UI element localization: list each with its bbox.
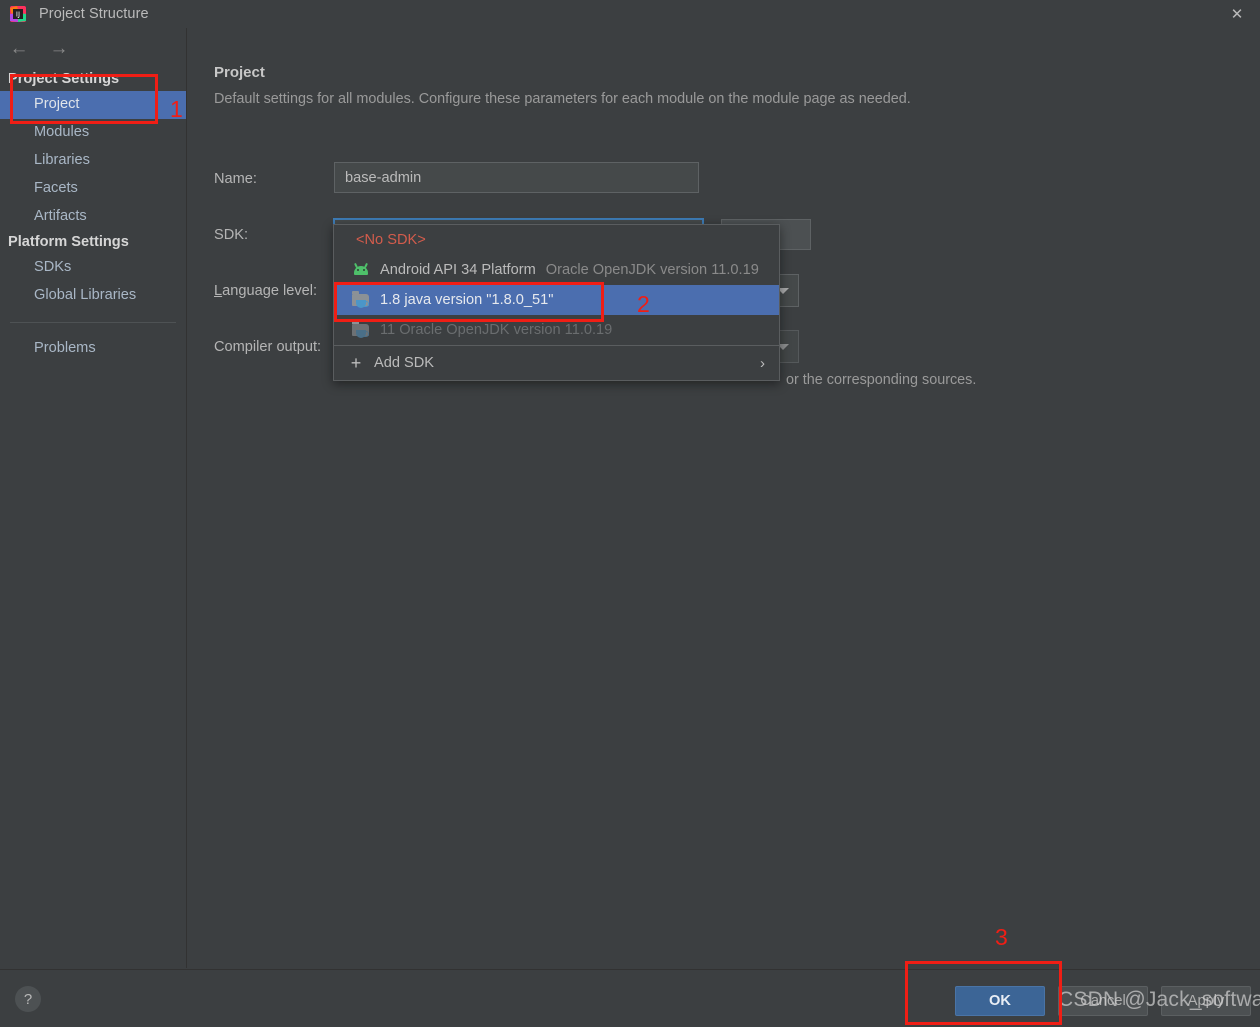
intellij-idea-icon: IJ <box>9 5 27 23</box>
window-title: Project Structure <box>39 6 149 22</box>
sdk-option-android-detail: Oracle OpenJDK version 11.0.19 <box>545 262 759 278</box>
sdk-dropdown-popup[interactable]: <No SDK> Android API 34 Platform Oracle … <box>333 224 780 381</box>
sdk-option-no-sdk-label: <No SDK> <box>356 232 426 248</box>
sidebar-divider <box>10 322 176 323</box>
compiler-output-hint: or the corresponding sources. <box>786 372 977 388</box>
annotation-number-3: 3 <box>995 924 1008 950</box>
plus-icon: + <box>350 353 362 373</box>
help-button[interactable]: ? <box>15 986 41 1012</box>
android-icon <box>352 262 370 277</box>
sdk-option-jdk-1-8[interactable]: 1.8 java version "1.8.0_51" <box>334 285 779 315</box>
sdk-option-no-sdk[interactable]: <No SDK> <box>334 225 779 255</box>
sidebar-item-modules[interactable]: Modules <box>0 119 186 147</box>
project-settings-panel: Project Default settings for all modules… <box>188 28 1260 968</box>
sdk-option-jdk-1-8-label: 1.8 java version "1.8.0_51" <box>380 292 554 308</box>
forward-arrow-icon[interactable]: → <box>48 37 70 59</box>
chevron-right-icon: › <box>760 354 765 372</box>
sdk-java-icon <box>352 290 370 308</box>
sdk-label: SDK: <box>214 227 249 243</box>
sidebar-group-project-settings: Project Settings <box>8 71 120 87</box>
compiler-output-label: Compiler output: <box>214 339 322 355</box>
project-structure-dialog: IJ Project Structure ✕ ← → Project Setti… <box>0 0 1260 1027</box>
sdk-option-jdk-11[interactable]: 11 Oracle OpenJDK version 11.0.19 <box>334 315 779 345</box>
sidebar-item-project[interactable]: Project <box>0 91 186 119</box>
titlebar: IJ Project Structure ✕ <box>0 0 1260 28</box>
svg-text:IJ: IJ <box>16 11 20 19</box>
sidebar-item-facets[interactable]: Facets <box>0 175 186 203</box>
sidebar-item-problems[interactable]: Problems <box>0 335 186 363</box>
close-icon[interactable]: ✕ <box>1214 0 1260 28</box>
watermark: CSDN @Jack_software <box>1058 988 1260 1011</box>
page-description: Default settings for all modules. Config… <box>214 91 911 107</box>
ok-button[interactable]: OK <box>955 986 1045 1016</box>
settings-sidebar: ← → Project Settings Project Modules Lib… <box>0 28 187 968</box>
annotation-number-2: 2 <box>637 291 650 317</box>
annotation-number-1: 1 <box>170 96 183 122</box>
sidebar-item-artifacts[interactable]: Artifacts <box>0 203 186 231</box>
sdk-option-add-sdk-label: Add SDK <box>374 355 435 371</box>
sidebar-item-sdks[interactable]: SDKs <box>0 254 186 282</box>
sidebar-item-global-libraries[interactable]: Global Libraries <box>0 282 186 310</box>
sdk-option-android-label: Android API 34 Platform <box>380 262 536 278</box>
project-name-input[interactable]: base-admin <box>334 162 699 193</box>
page-title: Project <box>214 64 265 81</box>
language-level-label-rest: anguage level: <box>222 283 318 299</box>
sidebar-group-platform-settings: Platform Settings <box>8 234 129 250</box>
language-level-label: Language level: <box>214 283 318 299</box>
sidebar-nav: ← → <box>0 28 186 68</box>
sdk-option-jdk-11-label: 11 Oracle OpenJDK version 11.0.19 <box>380 322 613 338</box>
sidebar-item-libraries[interactable]: Libraries <box>0 147 186 175</box>
back-arrow-icon[interactable]: ← <box>8 37 30 59</box>
name-label: Name: <box>214 171 257 187</box>
sdk-java-icon <box>352 320 370 338</box>
sdk-option-add-sdk[interactable]: + Add SDK › <box>334 346 779 380</box>
sdk-option-android-api-34[interactable]: Android API 34 Platform Oracle OpenJDK v… <box>334 255 779 285</box>
